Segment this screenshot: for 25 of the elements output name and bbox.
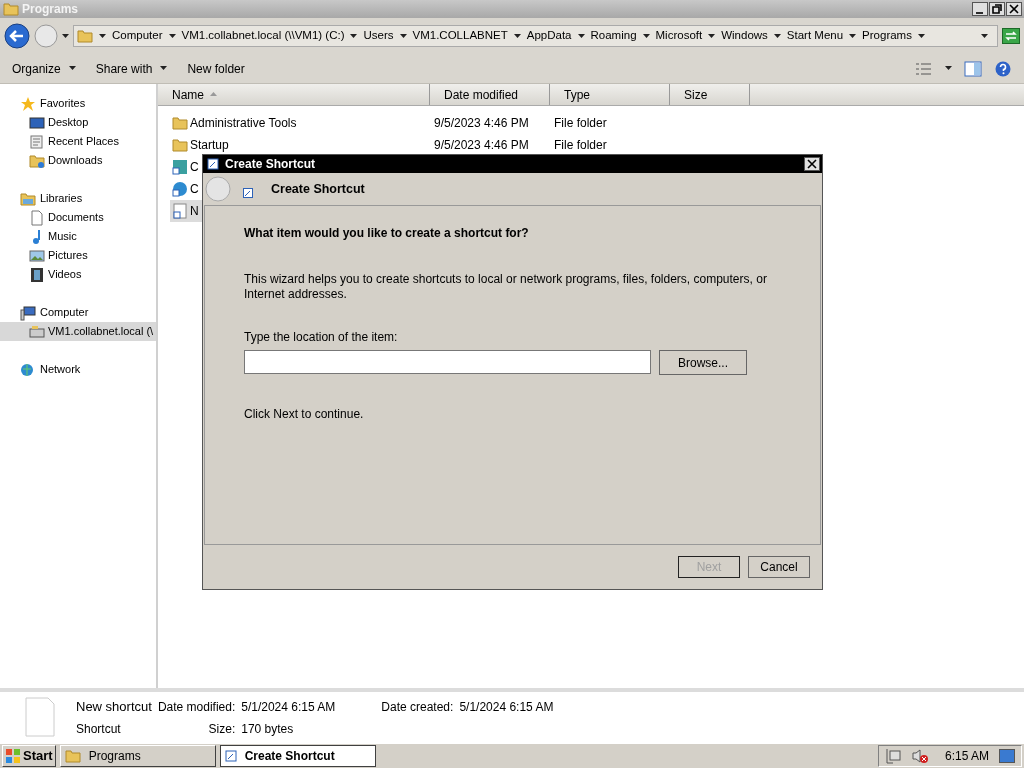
file-type: Shortcut bbox=[76, 720, 122, 738]
wizard-heading: Create Shortcut bbox=[271, 180, 365, 198]
file-name: New shortcut bbox=[76, 698, 152, 716]
field-label: Date created: bbox=[381, 699, 454, 716]
question-text: What item would you like to create a shortcut for? bbox=[244, 225, 530, 242]
field-label: Size: bbox=[207, 720, 236, 738]
file-name: C bbox=[190, 181, 199, 198]
file-name: Startup bbox=[190, 137, 229, 154]
clock: 6:15 AM bbox=[943, 748, 989, 765]
field-label: Type the location of the item: bbox=[244, 329, 399, 346]
field-label: Date modified: bbox=[157, 699, 236, 716]
date-cell-text: 9/5/2023 4:46 PM bbox=[434, 137, 530, 154]
date-cell-text: 9/5/2023 4:46 PM bbox=[434, 115, 530, 132]
field-value: 170 bytes bbox=[241, 720, 295, 738]
dialog-title: Create Shortcut bbox=[225, 156, 316, 173]
file-name: N bbox=[190, 203, 199, 220]
field-value: 5/1/2024 6:15 AM bbox=[241, 699, 337, 716]
type-cell-text: File folder bbox=[554, 115, 608, 132]
description-text: This wizard helps you to create shortcuts to local or network programs, files, folders, computers, or Internet addresses. bbox=[244, 272, 768, 302]
file-name: C bbox=[190, 159, 199, 176]
type-cell-text: File folder bbox=[554, 137, 608, 154]
field-value: 5/1/2024 6:15 AM bbox=[459, 699, 554, 716]
instruction-text: Click Next to continue. bbox=[244, 406, 365, 423]
window-title: Programs bbox=[22, 1, 79, 18]
file-name: Administrative Tools bbox=[190, 115, 297, 132]
